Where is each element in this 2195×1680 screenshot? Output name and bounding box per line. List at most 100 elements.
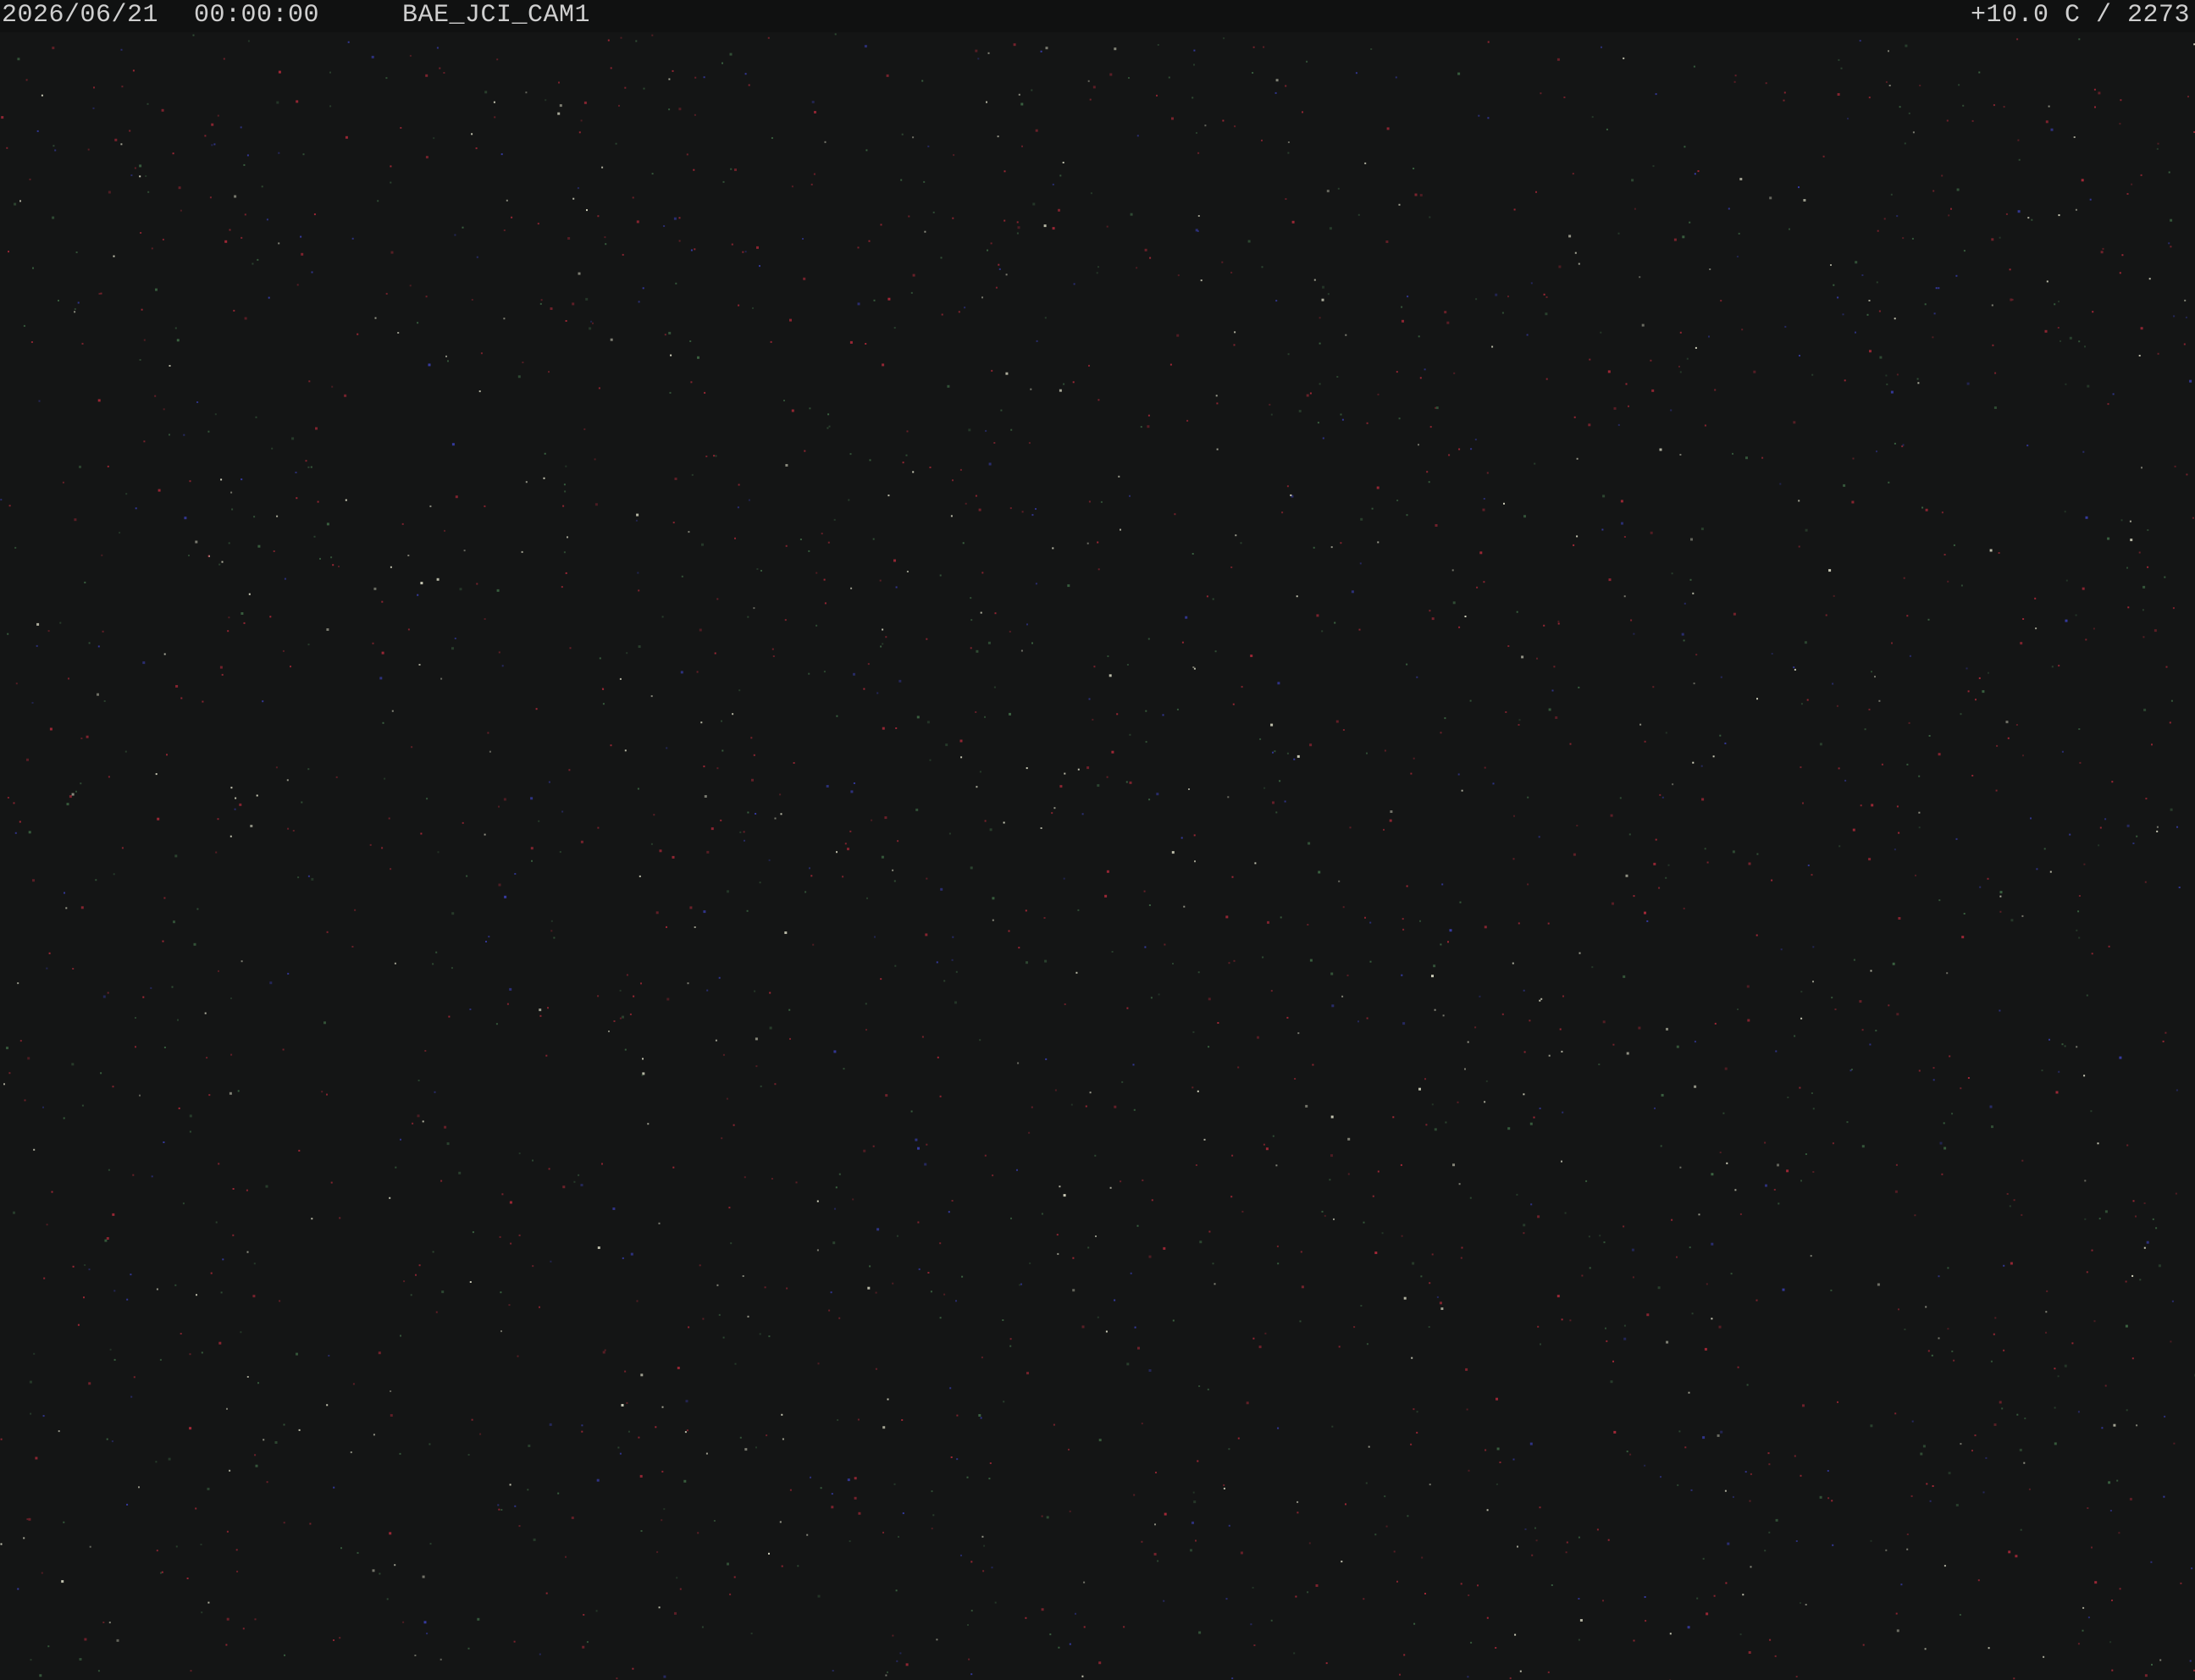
noise-pixel — [389, 1532, 392, 1535]
noise-pixel — [1277, 1263, 1280, 1265]
noise-pixel — [518, 1234, 521, 1236]
noise-pixel — [1000, 409, 1003, 412]
noise-pixel — [1143, 890, 1146, 892]
noise-pixel — [943, 980, 946, 982]
noise-pixel — [1902, 444, 1905, 446]
noise-pixel — [2028, 1488, 2031, 1490]
noise-pixel — [1689, 578, 1692, 581]
noise-pixel — [1206, 595, 1208, 598]
noise-pixel — [1308, 842, 1311, 845]
noise-pixel — [1652, 165, 1655, 168]
noise-pixel — [178, 1107, 180, 1109]
noise-pixel — [1557, 620, 1560, 622]
noise-pixel — [219, 666, 223, 669]
noise-pixel — [744, 251, 747, 253]
noise-pixel — [175, 1545, 178, 1548]
noise-pixel — [1819, 743, 1822, 746]
noise-pixel — [145, 175, 147, 177]
noise-pixel — [970, 1673, 973, 1676]
noise-pixel — [2126, 1409, 2128, 1412]
noise-pixel — [417, 322, 419, 324]
noise-pixel — [2104, 818, 2107, 821]
noise-pixel — [1045, 1058, 1048, 1060]
noise-pixel — [1495, 1647, 1497, 1649]
noise-pixel — [1274, 91, 1277, 94]
noise-pixel — [14, 832, 17, 834]
noise-pixel — [2087, 1507, 2089, 1509]
noise-pixel — [139, 359, 141, 361]
noise-pixel — [916, 716, 920, 719]
noise-pixel — [211, 123, 214, 126]
noise-pixel — [2130, 539, 2133, 542]
noise-pixel — [540, 299, 543, 301]
noise-pixel — [1805, 528, 1808, 532]
noise-pixel — [119, 532, 121, 534]
noise-pixel — [243, 622, 246, 624]
noise-pixel — [1150, 997, 1153, 999]
noise-pixel — [615, 142, 617, 145]
noise-pixel — [444, 1125, 447, 1129]
noise-pixel — [89, 1545, 91, 1548]
noise-pixel — [887, 1398, 889, 1401]
noise-pixel — [1446, 321, 1450, 324]
noise-pixel — [594, 458, 596, 461]
noise-pixel — [284, 578, 286, 580]
noise-pixel — [1393, 1550, 1396, 1553]
noise-pixel — [1385, 240, 1389, 243]
noise-pixel — [1657, 1286, 1661, 1290]
noise-pixel — [1756, 853, 1759, 855]
noise-pixel — [863, 688, 865, 690]
noise-pixel — [1732, 1495, 1734, 1498]
noise-pixel — [489, 750, 491, 753]
noise-pixel — [111, 1440, 113, 1443]
noise-pixel — [640, 1373, 644, 1377]
noise-pixel — [610, 338, 613, 341]
noise-pixel — [1608, 578, 1612, 582]
noise-pixel — [236, 1570, 239, 1572]
noise-pixel — [808, 672, 810, 675]
noise-pixel — [1009, 1345, 1012, 1347]
noise-pixel — [215, 1221, 218, 1224]
noise-pixel — [68, 677, 69, 680]
noise-pixel — [672, 522, 675, 524]
noise-pixel — [981, 1535, 984, 1538]
noise-pixel — [87, 148, 90, 151]
noise-pixel — [704, 795, 707, 798]
noise-pixel — [1517, 1545, 1518, 1548]
noise-pixel — [1906, 763, 1909, 765]
noise-pixel — [734, 169, 737, 171]
noise-pixel — [2058, 214, 2060, 217]
noise-pixel — [1850, 1069, 1853, 1070]
noise-pixel — [528, 1445, 531, 1447]
noise-pixel — [385, 77, 388, 80]
noise-pixel — [250, 825, 253, 827]
noise-pixel — [1230, 566, 1233, 568]
noise-pixel — [308, 380, 311, 383]
noise-pixel — [1524, 1528, 1527, 1530]
noise-pixel — [329, 105, 332, 108]
noise-pixel — [833, 518, 836, 521]
noise-pixel — [102, 1622, 105, 1623]
noise-pixel — [1738, 232, 1740, 235]
noise-pixel — [998, 263, 1000, 266]
noise-pixel — [498, 1508, 500, 1511]
noise-pixel — [1885, 1549, 1888, 1551]
noise-pixel — [1341, 1561, 1343, 1563]
noise-pixel — [713, 1520, 716, 1522]
noise-pixel — [1467, 1676, 1469, 1678]
noise-pixel — [2054, 1368, 2056, 1370]
noise-pixel — [1684, 602, 1686, 605]
noise-pixel — [151, 1175, 153, 1178]
noise-pixel — [774, 817, 777, 820]
noise-pixel — [1878, 699, 1881, 702]
noise-pixel — [130, 1395, 133, 1398]
noise-pixel — [234, 195, 237, 198]
noise-pixel — [1233, 344, 1236, 346]
noise-pixel — [276, 101, 279, 104]
noise-pixel — [1719, 1152, 1722, 1153]
noise-pixel — [1894, 848, 1896, 851]
noise-pixel — [1992, 344, 1994, 346]
noise-pixel — [189, 1130, 191, 1133]
noise-pixel — [1563, 97, 1566, 98]
noise-pixel — [243, 163, 246, 166]
